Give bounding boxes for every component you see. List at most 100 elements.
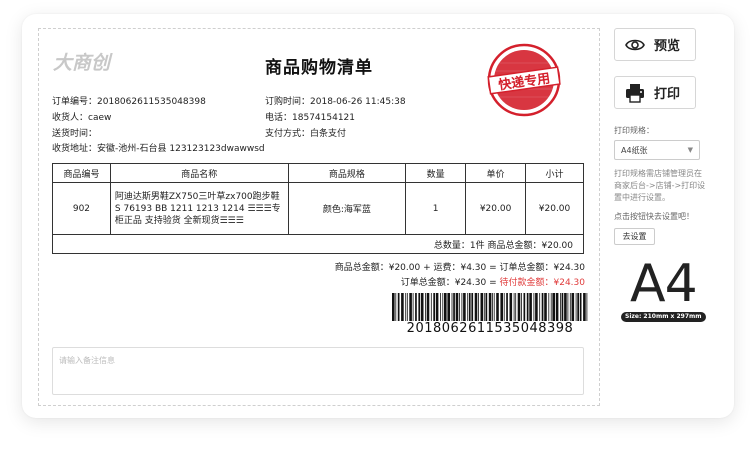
payment-row: 支付方式：白条支付 bbox=[265, 127, 346, 142]
phone: 18574154121 bbox=[292, 113, 356, 123]
barcode-bar bbox=[453, 293, 455, 321]
print-spec-label: 打印规格： bbox=[614, 126, 654, 135]
barcode-bar bbox=[485, 293, 488, 321]
shopping-list-sheet: 大商创 商品购物清单 快递专用 订单编号：2018062611535048398… bbox=[38, 28, 600, 406]
barcode-bar bbox=[461, 293, 463, 321]
go-settings-button[interactable]: 去设置 bbox=[614, 228, 655, 245]
barcode-bar bbox=[586, 293, 588, 321]
table-totals: 总数量：1件 商品总金额：¥20.00 bbox=[52, 234, 584, 254]
barcode-bar bbox=[426, 293, 430, 321]
paper-size-badge: Size: 210mm x 297mm bbox=[621, 312, 706, 322]
payment-label: 支付方式： bbox=[265, 129, 311, 139]
col-header-name: 商品名称 bbox=[109, 163, 289, 183]
caret-down-icon: ▼ bbox=[687, 146, 693, 154]
barcode-bar bbox=[447, 293, 450, 321]
col-header-id: 商品编号 bbox=[52, 163, 111, 183]
barcode-bar bbox=[415, 293, 417, 321]
printer-icon bbox=[626, 83, 644, 103]
eye-icon bbox=[625, 39, 645, 50]
amount-summary: 商品总金额：¥20.00 + 运费：¥4.30 = 订单总金额：¥24.30 bbox=[334, 263, 585, 273]
barcode-bar bbox=[478, 293, 479, 321]
barcode-bar bbox=[401, 293, 404, 321]
table-row: 902 阿迪达斯男鞋ZX750三叶草zx700跑步鞋S 76193 BB 121… bbox=[52, 182, 584, 235]
preview-button[interactable]: 预览 bbox=[614, 28, 696, 61]
order-number: 2018062611535048398 bbox=[97, 97, 206, 107]
barcode-bar bbox=[523, 293, 526, 321]
barcode-bar bbox=[474, 293, 478, 321]
barcode-bar bbox=[405, 293, 407, 321]
paper-select-value: A4纸张 bbox=[621, 145, 648, 155]
barcode-bar bbox=[515, 293, 517, 321]
barcode-bar bbox=[583, 293, 586, 321]
phone-label: 电话： bbox=[265, 113, 293, 123]
barcode-bar bbox=[433, 293, 435, 321]
settings-prompt: 点击按钮快去设置吧！ bbox=[614, 212, 694, 221]
phone-row: 电话：18574154121 bbox=[265, 111, 355, 126]
paper-size-big: A4 bbox=[630, 254, 698, 314]
payment-method: 白条支付 bbox=[310, 129, 347, 139]
barcode-bar bbox=[555, 293, 559, 321]
barcode-bar bbox=[492, 293, 493, 321]
barcode-bar bbox=[544, 293, 547, 321]
preview-button-label: 预览 bbox=[654, 39, 681, 54]
col-header-price: 单价 bbox=[465, 163, 527, 183]
barcode-bar bbox=[513, 293, 515, 321]
barcode-bar bbox=[526, 293, 529, 321]
barcode-bar bbox=[575, 293, 577, 321]
order-barcode bbox=[392, 293, 588, 321]
barcode-bar bbox=[577, 293, 579, 321]
payable-summary: 订单总金额：¥24.30 = 待付款金额：¥24.30 bbox=[401, 275, 585, 288]
barcode-bar bbox=[548, 293, 550, 321]
barcode-bar bbox=[444, 293, 447, 321]
barcode-bar bbox=[468, 293, 471, 321]
barcode-bar bbox=[430, 293, 432, 321]
barcode-bar bbox=[503, 293, 505, 321]
remark-input[interactable] bbox=[52, 347, 584, 395]
barcode-bar bbox=[541, 293, 544, 321]
hint-line: 置中进行设置。 bbox=[614, 193, 670, 202]
address-label: 收货地址： bbox=[52, 144, 98, 154]
table-totals-row: 总数量：1件 商品总金额：¥20.00 bbox=[52, 234, 584, 254]
barcode-bar bbox=[440, 293, 441, 321]
barcode-bar bbox=[521, 293, 522, 321]
barcode-bar bbox=[533, 293, 535, 321]
barcode-bar bbox=[397, 293, 400, 321]
order-time: 2018-06-26 11:45:38 bbox=[310, 97, 406, 107]
barcode-bar bbox=[412, 293, 414, 321]
print-button-label: 打印 bbox=[654, 87, 681, 102]
barcode-bar bbox=[569, 293, 571, 321]
paper-select[interactable]: A4纸张 ▼ bbox=[614, 140, 700, 160]
order-number-row: 订单编号：2018062611535048398 bbox=[52, 95, 206, 110]
hint-line: 打印规格需店铺管理员在 bbox=[614, 169, 702, 178]
barcode-bar bbox=[550, 293, 552, 321]
delivery-time-row: 送货时间： bbox=[52, 127, 97, 142]
barcode-bar bbox=[571, 293, 575, 321]
barcode-bar bbox=[564, 293, 567, 321]
barcode-bar bbox=[560, 293, 561, 321]
barcode-bar bbox=[579, 293, 582, 321]
barcode-bar bbox=[496, 293, 499, 321]
barcode-bar bbox=[455, 293, 459, 321]
barcode-bar bbox=[509, 293, 513, 321]
barcode-bar bbox=[442, 293, 444, 321]
barcode-bar bbox=[420, 293, 424, 321]
barcode-bar bbox=[493, 293, 495, 321]
item-spec: 颜色:海军蓝 bbox=[287, 182, 407, 235]
print-button[interactable]: 打印 bbox=[614, 76, 696, 109]
barcode-bar bbox=[418, 293, 421, 321]
barcode-bar bbox=[467, 293, 469, 321]
barcode-bar bbox=[539, 293, 541, 321]
barcode-bar bbox=[529, 293, 532, 321]
barcode-bar bbox=[480, 293, 484, 321]
print-spec-hint: 打印规格需店铺管理员在 商家后台->店铺->打印设 置中进行设置。 bbox=[614, 168, 705, 204]
item-price: ¥20.00 bbox=[465, 182, 527, 235]
barcode-bar bbox=[567, 293, 569, 321]
barcode-bar bbox=[392, 293, 395, 321]
barcode-bar bbox=[409, 293, 412, 321]
items-table: 商品编号 商品名称 商品规格 数量 单价 小计 902 阿迪达斯男鞋ZX750三… bbox=[52, 163, 584, 254]
consignee-label: 收货人： bbox=[52, 113, 89, 123]
order-number-label: 订单编号： bbox=[52, 97, 98, 107]
address: 安徽-池州-石台县 123123123dwawwsd bbox=[97, 144, 265, 154]
barcode-bar bbox=[506, 293, 508, 321]
barcode-bar bbox=[552, 293, 555, 321]
